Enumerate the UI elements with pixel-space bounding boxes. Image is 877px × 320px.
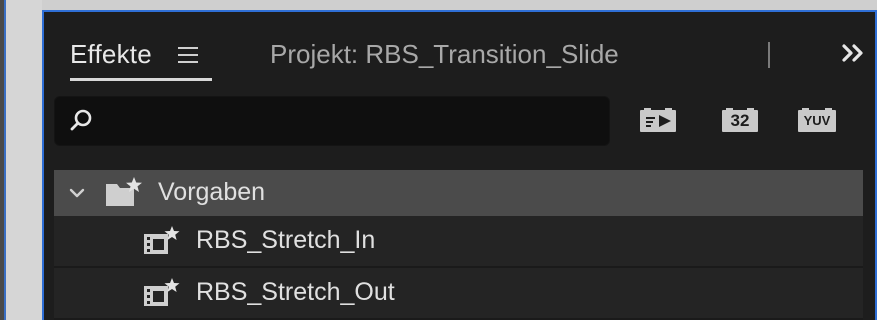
tab-project[interactable]: Projekt: RBS_Transition_Slide [270, 34, 619, 74]
yuv-filter-label: YUV [803, 113, 831, 128]
effect-preset-icon [144, 278, 180, 306]
effects-panel: Effekte Projekt: RBS_Transition_Slide 32… [42, 10, 877, 320]
32bit-filter-label: 32 [730, 111, 750, 130]
accelerated-effects-filter-button[interactable] [638, 106, 678, 136]
preset-folder-icon [106, 177, 142, 206]
tab-effects[interactable]: Effekte [70, 34, 212, 74]
tab-divider [768, 42, 770, 68]
search-row: 32 YUV [44, 96, 875, 148]
search-input[interactable] [101, 105, 601, 139]
panel-menu-icon[interactable] [177, 47, 198, 63]
panel-tab-bar: Effekte Projekt: RBS_Transition_Slide [44, 12, 875, 88]
tree-item[interactable]: RBS_Stretch_Out [54, 268, 863, 320]
search-field[interactable] [54, 96, 610, 146]
yuv-filter-button[interactable]: YUV [796, 106, 838, 136]
tree-folder-label: Vorgaben [158, 178, 266, 206]
tab-overflow-button[interactable] [840, 40, 866, 66]
tree-item-label: RBS_Stretch_In [196, 226, 376, 254]
effect-preset-icon [144, 226, 180, 254]
double-chevron-right-icon [842, 44, 863, 62]
tree-item-label: RBS_Stretch_Out [196, 278, 395, 306]
tab-effects-label: Effekte [70, 38, 152, 69]
search-icon [70, 109, 92, 131]
left-window-edge [0, 0, 42, 320]
top-gap [42, 0, 877, 10]
chevron-down-icon[interactable] [68, 184, 86, 202]
tree-folder-presets[interactable]: Vorgaben [54, 170, 863, 216]
edge-accent [4, 0, 6, 320]
active-tab-underline [70, 78, 212, 81]
effects-tree: Vorgaben RBS_Stretch_In RBS_Stretch_Out [54, 170, 863, 320]
32bit-filter-button[interactable]: 32 [720, 106, 760, 136]
tree-item[interactable]: RBS_Stretch_In [54, 216, 863, 268]
accelerated-effects-icon [640, 108, 676, 132]
